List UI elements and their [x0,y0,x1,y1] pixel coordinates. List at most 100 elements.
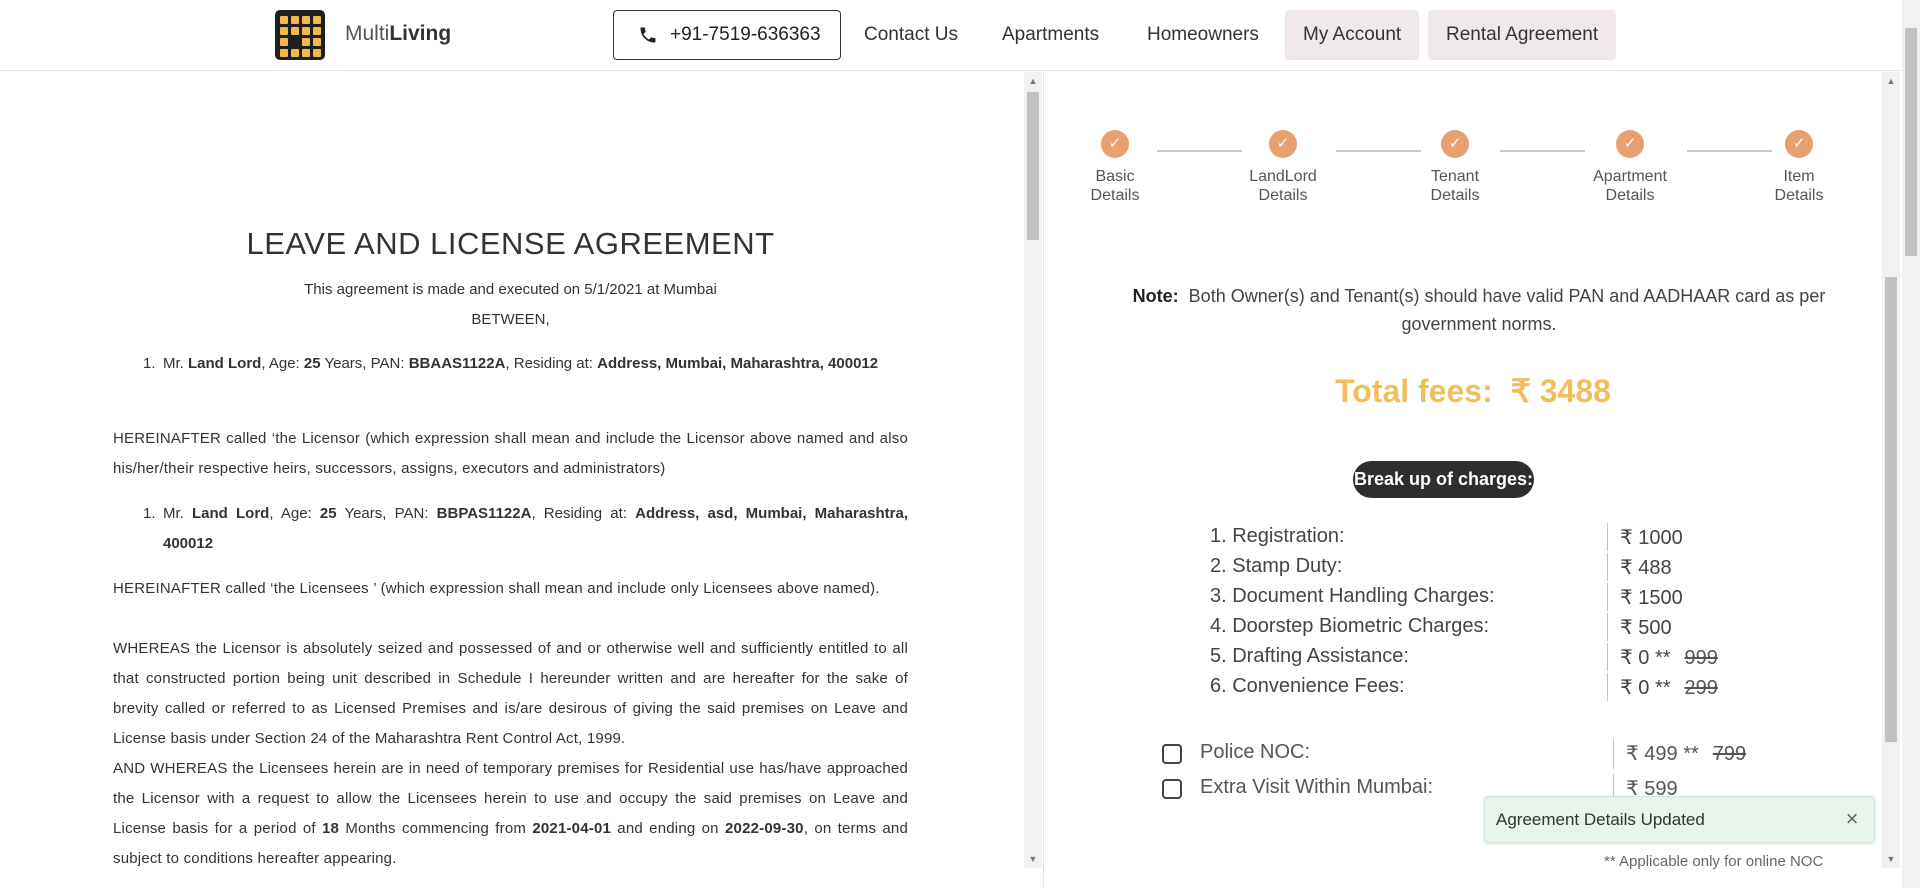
charge-amount: ₹ 488 [1620,557,1672,579]
step-label-line1: LandLord [1249,168,1317,185]
whereas-2-text-b: Months commencing from [345,820,527,837]
whereas-clause-2: AND WHEREAS the Licensees herein are in … [113,754,908,874]
window-scroll-thumb[interactable] [1905,28,1917,256]
toast-message: Agreement Details Updated [1496,810,1705,829]
window-scrollbar[interactable] [1902,0,1920,888]
step-label: Tenant Details [1390,167,1520,205]
charge-value: ₹ 488 [1620,555,1672,580]
nav-apartments[interactable]: Apartments [984,10,1117,60]
charge-row: 4. Doorstep Biometric Charges: ₹ 500 [1210,613,1730,643]
whereas-clause-1: WHEREAS the Licensor is absolutely seize… [113,640,908,747]
nav-homeowners[interactable]: Homeowners [1129,10,1277,60]
licensee-prefix: Mr. [163,505,184,522]
licensee-details: 1. Mr. Land Lord, Age: 25 Years, PAN: BB… [143,499,908,559]
police-noc-option[interactable]: Police NOC: ₹ 499 ** 799 [1162,738,1762,770]
step-label-line2: Details [1605,187,1655,204]
extra-visit-checkbox[interactable] [1162,779,1182,799]
step-label-line1: Basic [1095,168,1135,185]
licensee-residing-label: , Residing at: [531,505,627,522]
licensor-clause: HEREINAFTER called ‘the Licensor (which … [113,430,908,477]
step-basic-details[interactable]: ✓ Basic Details [1050,130,1180,205]
success-toast: Agreement Details Updated × [1484,796,1875,843]
charge-row: 2. Stamp Duty: ₹ 488 [1210,553,1730,583]
check-icon: ✓ [1269,130,1297,158]
police-noc-checkbox[interactable] [1162,744,1182,764]
charge-row: 6. Convenience Fees: ₹ 0 ** 299 [1210,673,1730,703]
licensor-residing-label: , Residing at: [505,355,593,372]
agreement-preview-pane[interactable]: LEAVE AND LICENSE AGREEMENT This agreeme… [0,72,1043,888]
step-label: Apartment Details [1565,167,1695,205]
charge-amount: ₹ 1500 [1620,587,1683,609]
licensee-clause: HEREINAFTER called ‘the Licensees ’ (whi… [113,580,880,597]
charge-value: ₹ 0 ** 299 [1620,675,1718,700]
phone-button[interactable]: +91-7519-636363 [613,10,841,60]
option-amount: ₹ 499 ** [1626,743,1699,765]
nav-rental-agreement[interactable]: Rental Agreement [1428,10,1617,60]
charge-name: 2. Stamp Duty: [1210,555,1343,577]
licensor-address: Address, Mumbai, Maharashtra, 400012 [597,355,879,372]
step-apartment-details[interactable]: ✓ Apartment Details [1565,130,1695,205]
total-fees-label: Total fees: [1335,373,1493,409]
nav-my-account[interactable]: My Account [1285,10,1420,60]
licensor-age-label: , Age: [261,355,300,372]
licensor-pan-label: Years, PAN: [324,355,405,372]
check-icon: ✓ [1785,130,1813,158]
phone-icon [640,27,656,43]
scroll-down-arrow-icon[interactable]: ▼ [1885,853,1897,865]
fees-pane[interactable]: ✓ Basic Details ✓ LandLord Details ✓ Tenan… [1044,72,1902,888]
scroll-up-arrow-icon[interactable]: ▲ [1885,75,1897,87]
note-label: Note: [1132,286,1179,306]
charge-value: ₹ 0 ** 999 [1620,645,1718,670]
total-fees: Total fees: ₹ 3488 [1044,372,1902,410]
charge-row: 3. Document Handling Charges: ₹ 1500 [1210,583,1730,613]
agreement-intro: This agreement is made and executed on 5… [304,281,717,298]
fees-scrollbar[interactable]: ▲ ▼ [1882,72,1900,868]
licensor-details: 1. Mr. Land Lord, Age: 25 Years, PAN: BB… [143,349,908,379]
charge-amount: ₹ 0 ** [1620,647,1671,669]
charge-value: ₹ 1000 [1620,525,1683,550]
licensor-age: 25 [303,355,321,372]
licensee-number: 1. [143,505,156,522]
licensee-name: Land Lord [192,505,270,522]
scroll-down-arrow-icon[interactable]: ▼ [1027,853,1039,865]
licensee-age: 25 [319,505,337,522]
charge-separator [1607,613,1608,641]
charge-name: 1. Registration: [1210,525,1345,547]
document-scroll-thumb[interactable] [1027,92,1039,240]
note-body: Both Owner(s) and Tenant(s) should have … [1188,286,1826,334]
note-text: Note: Both Owner(s) and Tenant(s) should … [1084,282,1874,338]
charge-name: 6. Convenience Fees: [1210,675,1405,697]
charge-amount: ₹ 500 [1620,617,1672,639]
option-name: Extra Visit Within Mumbai: [1200,776,1434,798]
agreement-title: LEAVE AND LICENSE AGREEMENT [246,226,775,261]
noc-footnote: ** Applicable only for online NOC [1604,853,1824,870]
brand-name[interactable]: MultiLiving [345,22,451,46]
step-label-line1: Item [1783,168,1815,185]
whereas-2-text-c: and ending on [617,820,719,837]
step-tenant-details[interactable]: ✓ Tenant Details [1390,130,1520,205]
step-label: LandLord Details [1218,167,1348,205]
step-item-details[interactable]: ✓ Item Details [1734,130,1864,205]
close-icon[interactable]: × [1840,807,1864,831]
fees-scroll-thumb[interactable] [1885,277,1897,742]
charge-value: ₹ 500 [1620,615,1672,640]
charge-name: 4. Doorstep Biometric Charges: [1210,615,1490,637]
brand-prefix: Multi [345,22,390,45]
brand-logo-icon[interactable] [275,10,325,60]
license-end-date: 2022-09-30 [724,820,804,837]
check-icon: ✓ [1616,130,1644,158]
step-label-line2: Details [1774,187,1824,204]
total-fees-value: ₹ 3488 [1510,373,1611,409]
step-label-line1: Apartment [1593,168,1667,185]
option-separator [1613,739,1614,769]
charge-separator [1607,553,1608,581]
charge-name: 3. Document Handling Charges: [1210,585,1495,607]
licensor-number: 1. [143,355,156,372]
option-value: ₹ 499 ** 799 [1626,741,1746,766]
step-label-line2: Details [1090,187,1140,204]
step-landlord-details[interactable]: ✓ LandLord Details [1218,130,1348,205]
document-scrollbar[interactable]: ▲ ▼ [1024,72,1042,868]
scroll-up-arrow-icon[interactable]: ▲ [1027,75,1039,87]
phone-number: +91-7519-636363 [670,24,821,45]
nav-contact-us[interactable]: Contact Us [846,10,976,60]
